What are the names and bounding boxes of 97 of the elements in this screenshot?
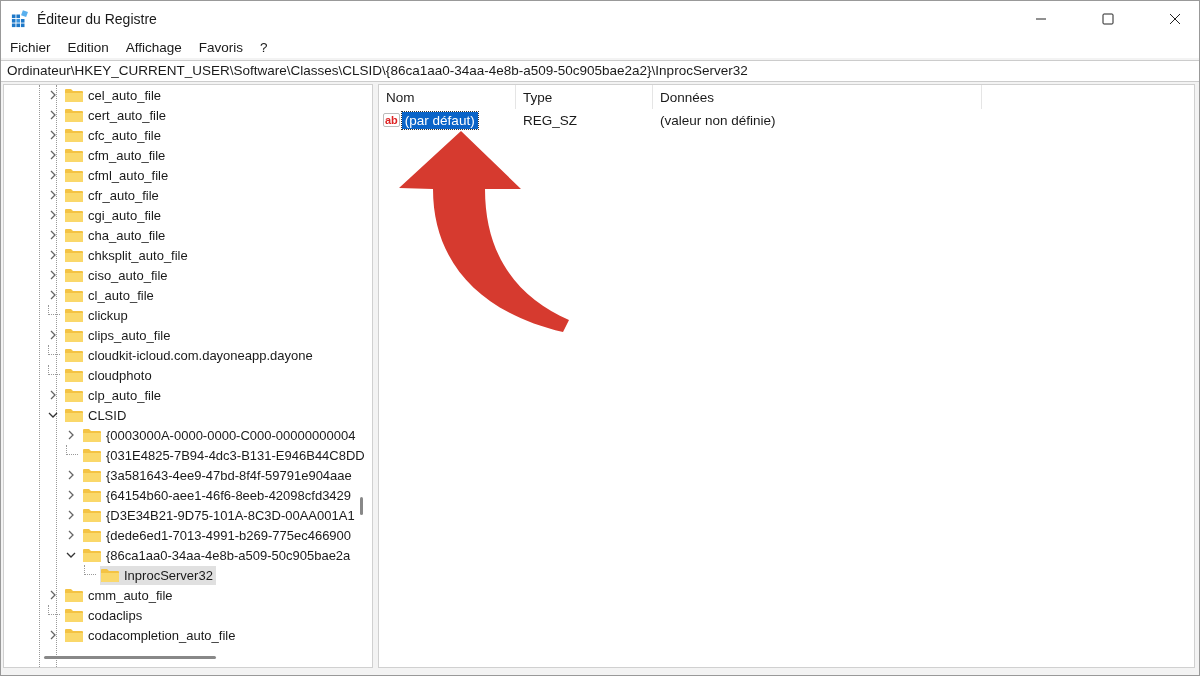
tree-node[interactable]: clips_auto_file [64, 325, 174, 345]
column-header[interactable]: Type [516, 85, 653, 109]
folder-icon [64, 267, 84, 283]
folder-icon [64, 247, 84, 263]
folder-icon [64, 347, 84, 363]
menu-item[interactable]: Edition [67, 39, 109, 55]
menu-item[interactable]: ? [260, 39, 268, 55]
scrollbar-thumb[interactable] [44, 656, 216, 659]
folder-icon [64, 627, 84, 643]
folder-icon [82, 447, 102, 463]
folder-icon [64, 227, 84, 243]
folder-icon [82, 467, 102, 483]
expand-icon[interactable] [48, 630, 58, 640]
tree-node[interactable]: codacompletion_auto_file [64, 625, 239, 645]
expand-icon[interactable] [66, 430, 76, 440]
expand-icon[interactable] [48, 230, 58, 240]
folder-icon [82, 547, 102, 563]
expand-icon[interactable] [48, 390, 58, 400]
tree-node[interactable]: cfc_auto_file [64, 125, 164, 145]
folder-icon [64, 167, 84, 183]
expand-icon[interactable] [66, 490, 76, 500]
expand-icon[interactable] [48, 270, 58, 280]
tree-node[interactable]: cl_auto_file [64, 285, 157, 305]
folder-icon [64, 107, 84, 123]
folder-icon [100, 567, 120, 583]
tree-node[interactable]: {0003000A-0000-0000-C000-00000000004 [82, 425, 359, 445]
tree-node[interactable]: cmm_auto_file [64, 585, 176, 605]
folder-icon [82, 507, 102, 523]
collapse-icon[interactable] [66, 550, 76, 560]
folder-icon [82, 527, 102, 543]
tree-node[interactable]: cel_auto_file [64, 85, 164, 105]
folder-icon [64, 327, 84, 343]
tree-node[interactable]: cloudphoto [64, 365, 155, 385]
folder-icon [64, 287, 84, 303]
tree-node[interactable]: {D3E34B21-9D75-101A-8C3D-00AA001A1 [82, 505, 358, 525]
tree-node[interactable]: cloudkit-icloud.com.dayoneapp.dayone [64, 345, 316, 365]
window-title: Éditeur du Registre [37, 10, 157, 27]
tree-node[interactable]: clp_auto_file [64, 385, 164, 405]
expand-icon[interactable] [48, 110, 58, 120]
expand-icon[interactable] [48, 170, 58, 180]
table-cell-text: (valeur non définie) [659, 112, 777, 128]
string-value-icon: ab [383, 113, 400, 127]
folder-icon [64, 207, 84, 223]
tree-node[interactable]: ciso_auto_file [64, 265, 171, 285]
folder-icon [64, 587, 84, 603]
expand-icon[interactable] [66, 470, 76, 480]
tree-node[interactable]: cha_auto_file [64, 225, 169, 245]
value-name[interactable]: (par défaut) [401, 111, 478, 129]
folder-icon [82, 487, 102, 503]
tree-node[interactable]: cfml_auto_file [64, 165, 172, 185]
folder-icon [64, 367, 84, 383]
tree-node[interactable]: {64154b60-aee1-46f6-8eeb-42098cfd3429 [82, 485, 355, 505]
folder-icon [64, 187, 84, 203]
close-icon[interactable] [1169, 12, 1181, 25]
collapse-icon[interactable] [48, 410, 58, 420]
expand-icon[interactable] [48, 590, 58, 600]
folder-icon [64, 147, 84, 163]
folder-icon [64, 127, 84, 143]
tree-node[interactable]: cert_auto_file [64, 105, 170, 125]
menu-item[interactable]: Affichage [125, 39, 182, 55]
folder-icon [82, 427, 102, 443]
expand-icon[interactable] [48, 150, 58, 160]
tree-node[interactable]: clickup [64, 305, 131, 325]
tree-node[interactable]: CLSID [64, 405, 130, 425]
folder-icon [64, 307, 84, 323]
address-field[interactable]: Ordinateur\HKEY_CURRENT_USER\Software\Classes\CLSID\{86ca1aa0-34aa-4e8b-a509-50c905bae2a2}\InprocServer32 [1, 60, 1199, 82]
expand-icon[interactable] [48, 130, 58, 140]
column-header[interactable]: Nom [379, 85, 516, 109]
folder-icon [64, 407, 84, 423]
folder-icon [64, 87, 84, 103]
maximize-icon[interactable] [1102, 12, 1114, 25]
expand-icon[interactable] [48, 290, 58, 300]
tree-node[interactable]: codaclips [64, 605, 146, 625]
expand-icon[interactable] [48, 90, 58, 100]
expand-icon[interactable] [48, 210, 58, 220]
expand-icon[interactable] [48, 190, 58, 200]
expand-icon[interactable] [48, 250, 58, 260]
tree-node[interactable]: {031E4825-7B94-4dc3-B131-E946B44C8DD [82, 445, 368, 465]
column-header[interactable]: Données [653, 85, 982, 109]
tree-node[interactable]: cfm_auto_file [64, 145, 169, 165]
scrollbar-thumb[interactable] [360, 497, 363, 515]
expand-icon[interactable] [66, 530, 76, 540]
folder-icon [64, 607, 84, 623]
tree-node[interactable]: {dede6ed1-7013-4991-b269-775ec466900 [82, 525, 355, 545]
tree-node[interactable]: InprocServer32 [100, 565, 216, 585]
tree-node[interactable]: {3a581643-4ee9-47bd-8f4f-59791e904aae [82, 465, 355, 485]
menu-item[interactable]: Favoris [198, 39, 244, 55]
menu-item[interactable]: Fichier [10, 39, 51, 55]
tree-node[interactable]: cgi_auto_file [64, 205, 164, 225]
expand-icon[interactable] [66, 510, 76, 520]
tree-node[interactable]: {86ca1aa0-34aa-4e8b-a509-50c905bae2a [82, 545, 354, 565]
expand-icon[interactable] [48, 330, 58, 340]
folder-icon [64, 387, 84, 403]
table-cell-text: REG_SZ [522, 112, 578, 128]
registry-icon [11, 9, 29, 28]
tree-node[interactable]: cfr_auto_file [64, 185, 162, 205]
tree-node[interactable]: chksplit_auto_file [64, 245, 191, 265]
